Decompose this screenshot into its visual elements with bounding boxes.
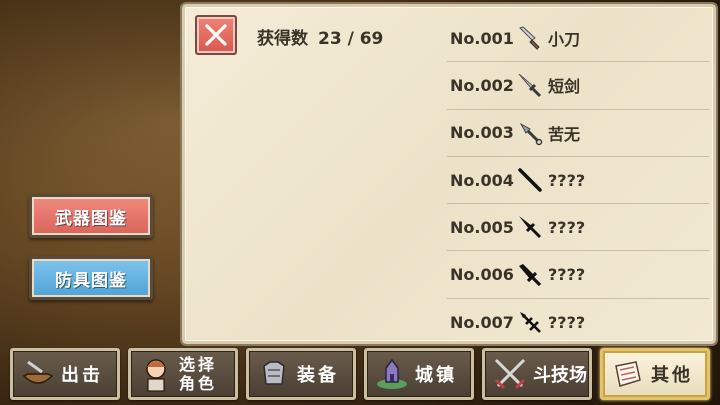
armor-catalog-button[interactable]: 防具图鉴 (29, 256, 153, 300)
item-name: ???? (548, 217, 586, 237)
close-button[interactable] (195, 15, 237, 55)
nav-select-line1: 选择 (179, 355, 218, 374)
list-item[interactable]: No.001 小刀 (447, 15, 709, 63)
item-name: ???? (548, 170, 586, 190)
acquired-count-value: 23 / 69 (318, 29, 384, 49)
item-name: 短剑 (548, 77, 581, 97)
town-castle-icon (373, 354, 411, 394)
nav-town-label: 城镇 (415, 365, 457, 386)
nav-other-button[interactable]: 其他 (600, 348, 710, 400)
scroll-book-icon (609, 354, 647, 394)
item-name: ???? (548, 265, 586, 285)
close-icon (205, 24, 227, 46)
weapon-list: No.001 小刀 No.002 短剑 No.003 苦无 No.004 ???… (447, 15, 709, 346)
sortie-ship-icon (19, 354, 57, 394)
weapon-catalog-button[interactable]: 武器图鉴 (29, 194, 153, 238)
kunai-icon (516, 119, 544, 147)
item-number: No.007 (450, 312, 514, 332)
item-name: 小刀 (548, 30, 581, 50)
bottom-nav: 出击 选择 角色 装备 城镇 斗技场 其他 (10, 348, 712, 402)
short-sword-icon (516, 71, 544, 99)
nav-select-character-button[interactable]: 选择 角色 (128, 348, 238, 400)
nav-arena-button[interactable]: 斗技场 (482, 348, 592, 400)
character-portrait-icon (137, 354, 175, 394)
unknown-blade-icon (516, 166, 544, 194)
item-number: No.001 (450, 28, 514, 48)
nav-equipment-button[interactable]: 装备 (246, 348, 356, 400)
nav-select-line2: 角色 (179, 374, 218, 393)
nav-equipment-label: 装备 (297, 365, 339, 386)
acquired-count-label: 获得数 (257, 29, 308, 49)
crossed-swords-icon (491, 354, 529, 394)
nav-select-character-label: 选择 角色 (179, 355, 217, 393)
nav-town-button[interactable]: 城镇 (364, 348, 474, 400)
list-item[interactable]: No.004 ???? (447, 157, 709, 205)
unknown-hilt-icon (516, 308, 544, 336)
list-item[interactable]: No.007 ???? (447, 299, 709, 346)
nav-sortie-button[interactable]: 出击 (10, 348, 120, 400)
catalog-panel: 获得数 23 / 69 No.001 小刀 No.002 短剑 No.003 苦无… (180, 2, 718, 346)
item-number: No.005 (450, 217, 514, 237)
list-item[interactable]: No.002 短剑 (447, 62, 709, 110)
unknown-sword-icon (516, 213, 544, 241)
knife-icon (516, 24, 544, 52)
list-item[interactable]: No.003 苦无 (447, 110, 709, 157)
nav-other-label: 其他 (651, 365, 693, 386)
nav-sortie-label: 出击 (61, 365, 103, 386)
nav-arena-label: 斗技场 (533, 365, 587, 386)
item-name: ???? (548, 312, 586, 332)
unknown-broadsword-icon (516, 261, 544, 289)
acquired-count: 获得数 23 / 69 (257, 24, 383, 49)
list-item[interactable]: No.005 ???? (447, 204, 709, 252)
item-number: No.003 (450, 123, 514, 143)
item-number: No.006 (450, 265, 514, 285)
item-number: No.004 (450, 170, 514, 190)
item-number: No.002 (450, 75, 514, 95)
armor-equipment-icon (255, 354, 293, 394)
list-item[interactable]: No.006 ???? (447, 251, 709, 299)
item-name: 苦无 (548, 124, 581, 144)
